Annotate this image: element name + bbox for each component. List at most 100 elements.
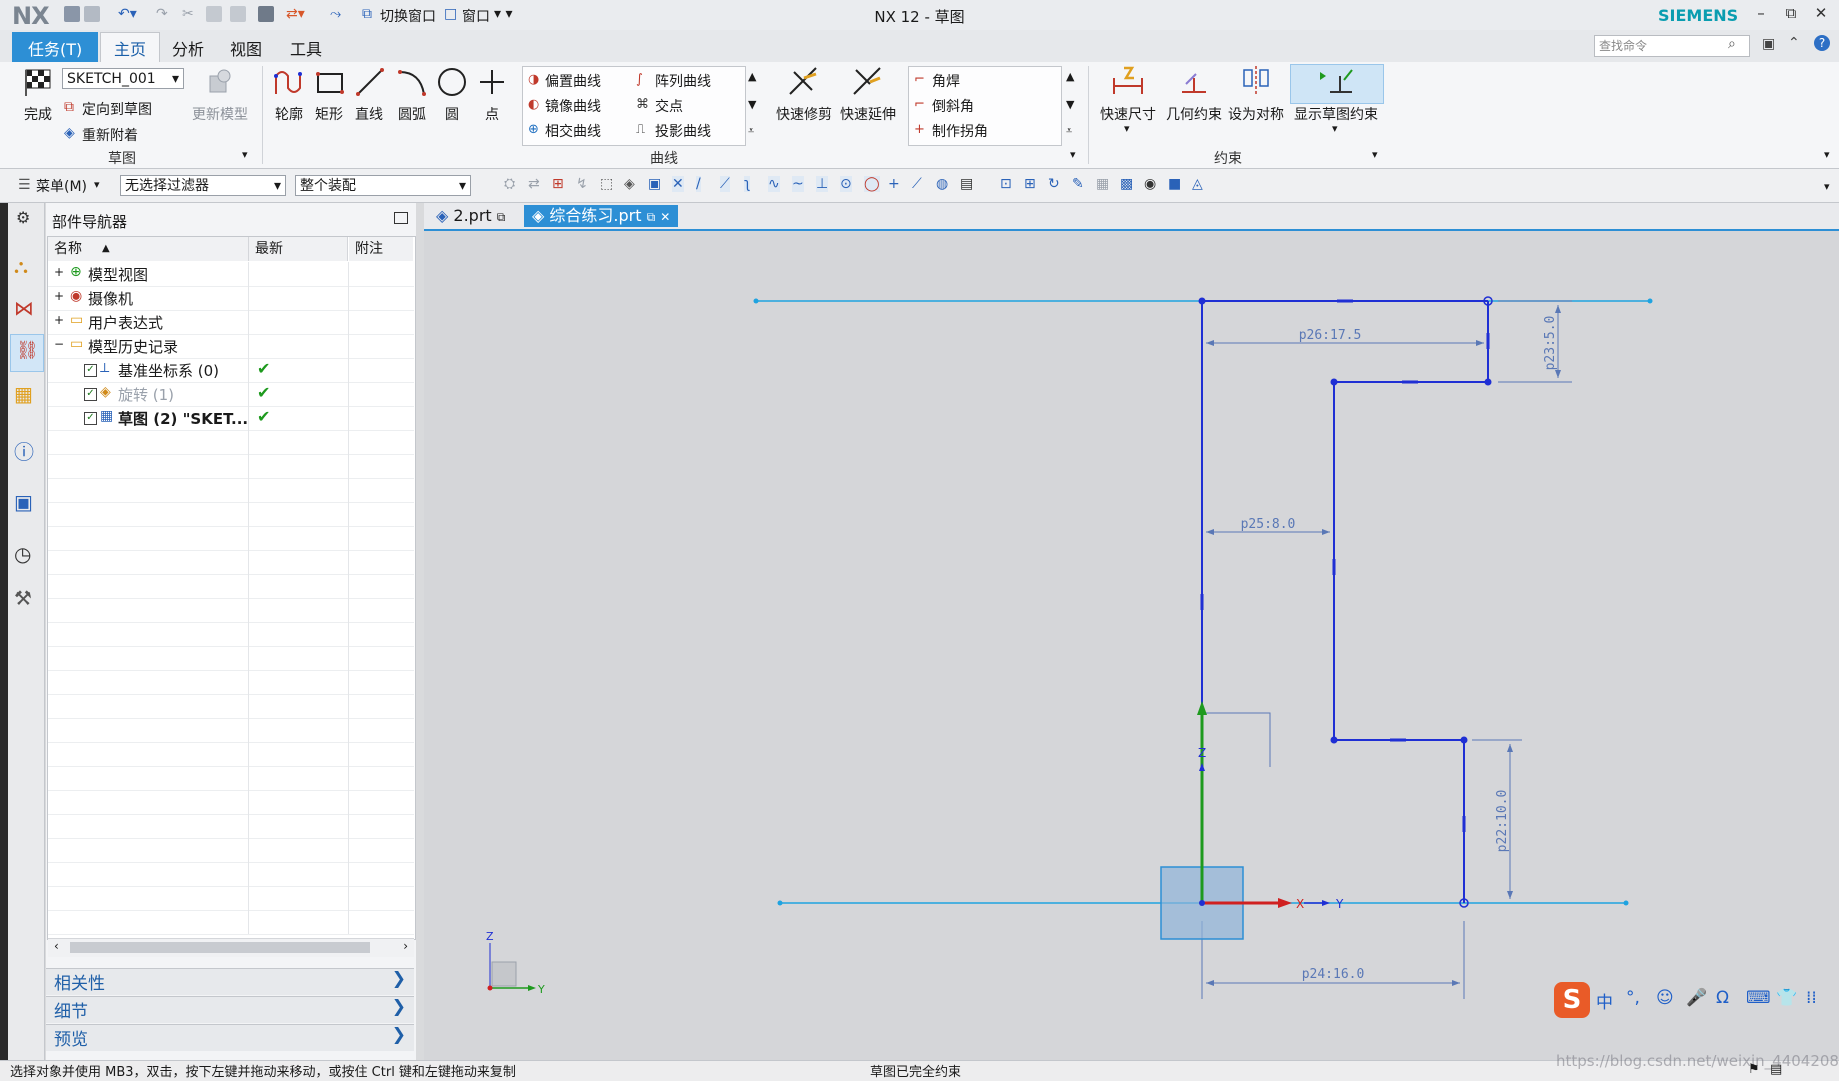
visibility-checkbox[interactable]: ✓ <box>84 364 97 377</box>
rapid-dimension-button[interactable]: 快速尺寸 <box>1096 104 1160 124</box>
add-filter-icon[interactable]: ⊞ <box>552 176 564 192</box>
search-icon[interactable]: ⌕ <box>1728 36 1736 52</box>
dimension-label-p24[interactable]: p24:16.0 <box>1302 967 1365 982</box>
snap-select-icon[interactable]: ⇄ <box>528 176 540 192</box>
circle-icon[interactable] <box>436 66 468 98</box>
selection-filter-select[interactable]: 无选择过滤器 ▾ <box>120 175 286 196</box>
arc-button[interactable]: 圆弧 <box>394 104 430 124</box>
rectangle-button[interactable]: 矩形 <box>312 104 346 124</box>
flag-status-icon[interactable]: ⚑ <box>1748 1062 1760 1077</box>
show-sketch-constraints-icon[interactable] <box>1318 66 1354 98</box>
ribbon-overflow-icon[interactable]: ▾ <box>1824 148 1830 161</box>
help-icon[interactable]: ? <box>1814 35 1830 51</box>
sketch-profile[interactable] <box>1201 300 1489 903</box>
ime-toolbox-icon[interactable]: ⁞⁞ <box>1806 988 1817 1008</box>
dimension-label-p26[interactable]: p26:17.5 <box>1299 328 1362 343</box>
assembly-navigator-icon[interactable]: ⛬ <box>14 254 28 278</box>
repeat-command-icon[interactable]: ⇄▾ <box>286 6 305 22</box>
accordion-preview[interactable]: 预览 ❯ <box>46 1024 414 1051</box>
layer-icon[interactable]: ▦ <box>1096 176 1109 192</box>
expand-node-icon[interactable]: + <box>54 313 64 327</box>
rapid-dimension-chevron-icon[interactable]: ▾ <box>1124 122 1130 135</box>
line-button[interactable]: 直线 <box>352 104 386 124</box>
gallery-more-icon[interactable]: ⩡ <box>748 124 754 138</box>
tab-task[interactable]: 任务(T) <box>12 32 99 64</box>
fillet-button[interactable]: 角焊 <box>932 71 960 91</box>
accordion-dependencies[interactable]: 相关性 ❯ <box>46 968 414 995</box>
ime-emoji-icon[interactable]: ☺ <box>1656 988 1674 1008</box>
snap-curve-icon[interactable]: ʅ <box>744 176 751 192</box>
make-symmetric-button[interactable]: 设为对称 <box>1226 104 1286 124</box>
show-sketch-constraints-button[interactable]: 显示草图约束 <box>1288 104 1384 124</box>
snap-intersection-icon[interactable]: + <box>888 176 900 192</box>
tab-home[interactable]: 主页 <box>100 32 161 63</box>
deselect-icon[interactable]: ↯ <box>576 176 588 192</box>
intersection-curve-button[interactable]: 相交曲线 <box>545 121 601 141</box>
cut-icon[interactable]: ✂ <box>182 6 194 22</box>
settings-gear-icon[interactable]: ⚙ <box>16 208 30 227</box>
update-model-icon[interactable] <box>204 66 236 98</box>
nav-tree-row[interactable]: + ▭ 用户表达式 <box>48 310 414 335</box>
scroll-left-icon[interactable]: ‹ <box>54 939 59 953</box>
save-icon[interactable] <box>64 6 80 22</box>
intersection-point-button[interactable]: 交点 <box>655 96 683 116</box>
sketch-vertex[interactable] <box>1330 378 1338 386</box>
snap-endpoint-icon[interactable]: ✕ <box>672 176 684 192</box>
nav-tree-row[interactable]: + ⊕ 模型视图 <box>48 262 414 287</box>
mirror-curve-button[interactable]: 镜像曲线 <box>545 96 601 116</box>
point-icon[interactable] <box>476 66 508 98</box>
assembly-scope-select[interactable]: 整个装配 ▾ <box>295 175 471 196</box>
snap-filter-icon[interactable]: ⛭ <box>504 176 515 192</box>
sketch-vertex[interactable] <box>1484 378 1492 386</box>
touch-mode-icon[interactable]: ⤳ <box>330 6 341 22</box>
ribbon-options-icon[interactable]: ▣ <box>1762 36 1775 52</box>
tab-view[interactable]: 视图 <box>220 34 272 62</box>
quick-trim-icon[interactable] <box>786 64 820 98</box>
visibility-checkbox[interactable]: ✓ <box>84 388 97 401</box>
snap-spline-icon[interactable]: ~ <box>792 176 804 192</box>
accordion-details[interactable]: 细节 ❯ <box>46 996 414 1023</box>
sketch-origin[interactable] <box>1199 900 1205 906</box>
make-symmetric-icon[interactable] <box>1240 64 1272 98</box>
dimension-label-p25[interactable]: p25:8.0 <box>1241 517 1296 532</box>
tab-active-part[interactable]: ◈ 综合练习.prt ⧉ ✕ <box>524 205 679 227</box>
pan-icon[interactable]: ✎ <box>1072 176 1084 192</box>
gallery-scroll-up-icon[interactable]: ▲ <box>748 70 756 83</box>
select-face-icon[interactable]: ◈ <box>624 176 635 192</box>
redo-icon[interactable]: ↷ <box>156 6 168 22</box>
orient-to-sketch-button[interactable]: 定向到草图 <box>82 99 152 119</box>
rotate-view-icon[interactable]: ↻ <box>1048 176 1060 192</box>
snap-line-icon[interactable]: / <box>696 176 701 192</box>
switch-window-button[interactable]: 切换窗口 <box>380 6 436 26</box>
render-style-icon[interactable]: ▩ <box>1120 176 1133 192</box>
corner-scroll-up-icon[interactable]: ▲ <box>1066 70 1074 83</box>
web-browser-icon[interactable]: ▣ <box>14 490 33 514</box>
nav-tree-row[interactable]: ✓ ◈ 旋转 (1) ✔ <box>48 382 414 407</box>
nav-tree-row[interactable]: ✓ ▦ 草图 (2) "SKET... ✔ <box>48 406 414 431</box>
menu-button[interactable]: 菜单(M) <box>36 176 87 196</box>
chamfer-button[interactable]: 倒斜角 <box>932 96 974 116</box>
restore-icon[interactable]: ⧉ <box>1780 4 1802 22</box>
window-icon[interactable]: □ <box>444 6 457 22</box>
sketch-name-select[interactable]: SKETCH_001 ▾ <box>62 68 184 89</box>
rapid-dimension-icon[interactable] <box>1110 64 1146 98</box>
window-menu-chevron-icon[interactable]: ▾ ▾ <box>494 6 513 22</box>
gallery-scroll-down-icon[interactable]: ▼ <box>748 98 756 111</box>
ime-voice-icon[interactable]: 🎤 <box>1686 988 1707 1008</box>
line-icon[interactable] <box>354 66 386 98</box>
sketch-group-expand-icon[interactable]: ▾ <box>242 148 248 161</box>
scroll-right-icon[interactable]: › <box>403 939 408 953</box>
collapse-node-icon[interactable]: − <box>54 337 64 351</box>
snap-face-icon[interactable]: ◍ <box>936 176 948 192</box>
quick-extend-icon[interactable] <box>850 64 884 98</box>
finish-flag-icon[interactable] <box>22 66 54 98</box>
dimension-label-p23[interactable]: p23:5.0 <box>1543 316 1558 371</box>
snap-on-curve-icon[interactable]: ⟋ <box>912 176 922 192</box>
roles-icon[interactable]: ⚒ <box>14 586 32 610</box>
snap-quadrant-icon[interactable]: ◯ <box>864 176 880 192</box>
fit-view-icon[interactable]: ⊡ <box>1000 176 1012 192</box>
snap-perpendicular-icon[interactable]: ⊥ <box>816 176 829 192</box>
column-header-latest[interactable]: 最新 <box>249 237 348 261</box>
point-button[interactable]: 点 <box>476 104 508 124</box>
profile-icon[interactable] <box>272 66 306 98</box>
